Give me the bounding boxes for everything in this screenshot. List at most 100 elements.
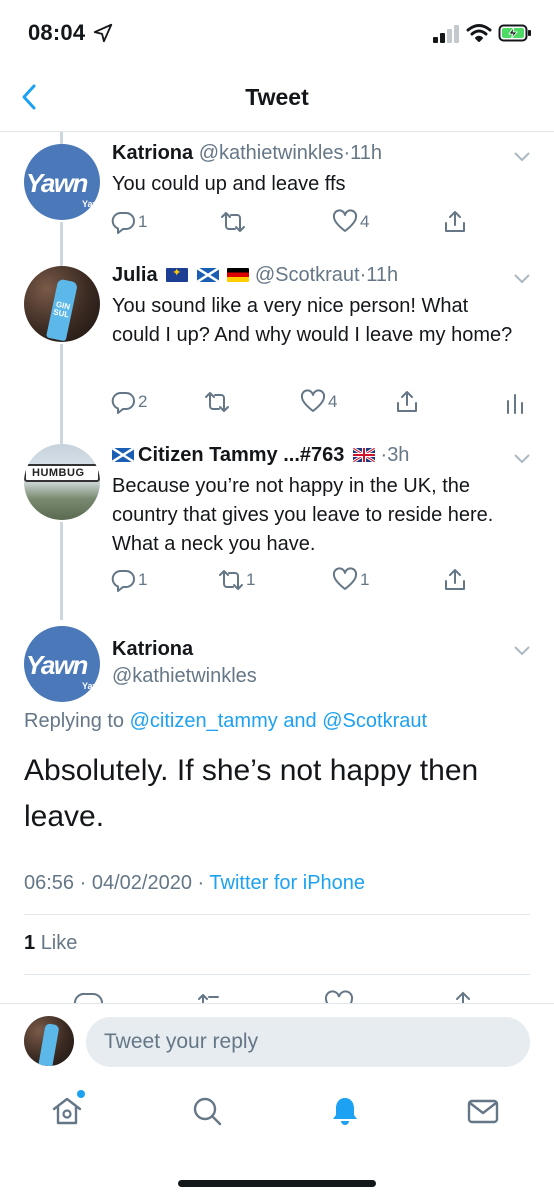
retweet-icon xyxy=(221,212,245,232)
avatar[interactable]: HUMBUG xyxy=(24,444,100,520)
author-name[interactable]: Julia xyxy=(112,264,158,286)
nav-bar: Tweet xyxy=(0,62,554,132)
retweet-button[interactable]: 1 xyxy=(218,566,255,594)
tweet-text: You sound like a very nice person! What … xyxy=(112,295,513,346)
reply-icon[interactable] xyxy=(74,990,104,1004)
share-icon xyxy=(445,211,465,232)
tweet-text: You could up and leave ffs xyxy=(112,173,346,195)
like-count: 4 xyxy=(328,392,338,411)
author-handle: @Scotkraut xyxy=(254,264,360,286)
tweet-time: 11h xyxy=(366,264,399,286)
tweet-item[interactable]: Yawn Yaw Katriona @kathietwinkles·11h Yo… xyxy=(0,132,554,244)
tweet-time: 3h xyxy=(387,444,410,466)
share-icon xyxy=(445,569,465,590)
tab-notifications[interactable] xyxy=(328,1094,368,1134)
analytics-button[interactable] xyxy=(502,388,528,416)
cellular-signal-icon xyxy=(433,25,459,43)
tweet-item[interactable]: HUMBUG Citizen Tammy ...#763 ·3h Because… xyxy=(0,434,554,604)
home-indicator xyxy=(178,1180,376,1187)
tweet-time: 06:56 xyxy=(24,872,75,894)
tweet-item[interactable]: GIN SUL Julia @Scotkraut·11h You sound l… xyxy=(0,254,554,426)
tab-search[interactable] xyxy=(190,1094,230,1134)
retweet-icon xyxy=(219,570,243,590)
chevron-down-icon[interactable] xyxy=(512,150,532,164)
chevron-down-icon[interactable] xyxy=(512,272,532,286)
reply-icon xyxy=(111,570,135,592)
reply-icon xyxy=(111,392,135,414)
tab-home[interactable] xyxy=(50,1094,90,1134)
author-name[interactable]: Katriona xyxy=(112,638,506,661)
reply-bar: Tweet your reply xyxy=(0,1003,554,1079)
replying-to: Replying to @citizen_tammy and @Scotkrau… xyxy=(24,710,428,732)
retweet-icon xyxy=(205,392,229,412)
main-tweet-actions xyxy=(0,990,554,1004)
status-time: 08:04 xyxy=(28,20,86,45)
reply-button[interactable]: 1 xyxy=(110,208,147,236)
chevron-down-icon[interactable] xyxy=(512,644,532,658)
likes-count-link[interactable]: 1 Like xyxy=(24,932,77,955)
status-bar: 08:04 xyxy=(0,0,554,62)
tweet-text: Because you’re not happy in the UK, the … xyxy=(112,475,494,555)
divider xyxy=(24,974,530,975)
divider xyxy=(24,914,530,915)
uk-flag-icon xyxy=(352,448,375,462)
analytics-icon xyxy=(507,394,523,414)
eu-flag-icon xyxy=(166,266,189,282)
tab-messages[interactable] xyxy=(466,1094,506,1134)
reply-count: 1 xyxy=(138,212,148,231)
reply-input[interactable]: Tweet your reply xyxy=(86,1017,530,1067)
share-button[interactable] xyxy=(442,208,468,236)
heart-icon xyxy=(332,209,358,232)
author-handle: @kathietwinkles xyxy=(112,665,257,687)
page-title: Tweet xyxy=(245,84,309,110)
mention-link[interactable]: @citizen_tammy xyxy=(130,710,278,732)
retweet-button[interactable] xyxy=(220,208,248,236)
reply-button[interactable]: 2 xyxy=(110,388,147,416)
share-icon[interactable] xyxy=(448,990,478,1004)
retweet-button[interactable] xyxy=(204,388,232,416)
like-button[interactable]: 1 xyxy=(332,566,369,594)
tweet-actions: 1 1 1 xyxy=(110,566,514,594)
tweet-actions: 2 4 xyxy=(110,388,523,416)
retweet-icon[interactable] xyxy=(196,990,226,1004)
tweet-date: 04/02/2020 xyxy=(91,872,192,894)
tweet-header: Citizen Tammy ...#763 ·3h xyxy=(112,444,506,467)
author-handle: @kathietwinkles xyxy=(198,142,344,164)
author-name[interactable]: Citizen Tammy ...#763 xyxy=(138,444,344,466)
share-button[interactable] xyxy=(442,566,468,594)
chevron-down-icon[interactable] xyxy=(512,452,532,466)
like-button[interactable]: 4 xyxy=(332,208,369,236)
like-button[interactable]: 4 xyxy=(300,388,337,416)
tweet-source-link[interactable]: Twitter for iPhone xyxy=(209,872,365,894)
tweet-actions: 1 4 xyxy=(110,208,514,236)
share-button[interactable] xyxy=(394,388,420,416)
reply-count: 1 xyxy=(138,570,148,589)
heart-icon[interactable] xyxy=(324,990,354,1004)
heart-icon xyxy=(332,567,358,590)
user-avatar[interactable] xyxy=(24,1016,74,1066)
search-icon xyxy=(193,1097,222,1126)
like-count: 4 xyxy=(360,212,370,231)
reply-button[interactable]: 1 xyxy=(110,566,147,594)
wifi-icon xyxy=(466,24,492,42)
avatar[interactable]: Yawn Yaw xyxy=(24,626,100,702)
germany-flag-icon xyxy=(227,268,250,282)
mention-link[interactable]: @Scotkraut xyxy=(322,710,427,732)
reply-icon xyxy=(111,212,135,234)
avatar[interactable]: Yawn Yaw xyxy=(24,144,100,220)
heart-icon xyxy=(300,389,326,412)
tweet-time: 11h xyxy=(350,142,383,164)
reply-count: 2 xyxy=(138,392,148,411)
location-arrow-icon xyxy=(93,23,113,43)
main-tweet-text: Absolutely. If she’s not happy then leav… xyxy=(24,754,479,833)
like-count: 1 xyxy=(360,570,370,589)
notifications-bell-icon xyxy=(333,1098,357,1125)
author-name[interactable]: Katriona xyxy=(112,142,193,164)
tweet-meta: 06:56 · 04/02/2020 · Twitter for iPhone xyxy=(24,872,366,894)
battery-charging-icon xyxy=(498,24,531,42)
messages-envelope-icon xyxy=(467,1099,499,1124)
share-icon xyxy=(397,391,417,412)
avatar[interactable]: GIN SUL xyxy=(24,266,100,342)
retweet-count: 1 xyxy=(246,570,256,589)
tweet-header: Katriona @kathietwinkles·11h xyxy=(112,142,383,164)
